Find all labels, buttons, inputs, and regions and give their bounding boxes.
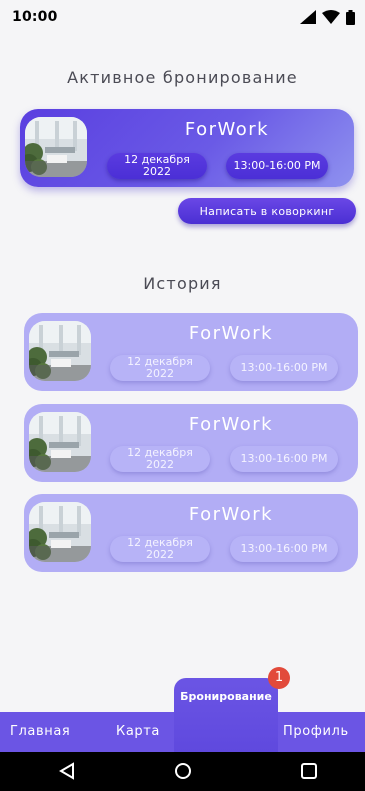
system-navigation-bar <box>0 752 365 791</box>
notification-badge: 1 <box>268 667 290 689</box>
booking-date-chip: 12 декабря 2022 <box>110 536 210 562</box>
nav-item-home[interactable]: Главная <box>10 724 70 739</box>
signal-icon <box>300 10 316 24</box>
nav-item-booking-label: Бронирование <box>180 690 272 703</box>
card-title: ForWork <box>184 119 270 140</box>
history-card[interactable]: ForWork 12 декабря 2022 13:00-16:00 PM <box>24 404 358 482</box>
history-card[interactable]: ForWork 12 декабря 2022 13:00-16:00 PM <box>24 313 358 391</box>
booking-date-chip: 12 декабря 2022 <box>110 355 210 381</box>
booking-date-chip: 12 декабря 2022 <box>107 153 207 179</box>
coworking-photo <box>29 412 91 472</box>
write-to-coworking-button[interactable]: Написать в коворкинг <box>178 198 356 224</box>
coworking-photo <box>29 321 91 381</box>
back-icon[interactable] <box>58 762 76 780</box>
wifi-icon <box>322 10 340 24</box>
booking-date-chip: 12 декабря 2022 <box>110 446 210 472</box>
history-section-title: История <box>143 274 222 293</box>
status-time: 10:00 <box>12 9 58 25</box>
recents-icon[interactable] <box>300 762 318 780</box>
status-bar: 10:00 <box>0 0 365 34</box>
coworking-photo <box>29 502 91 562</box>
nav-item-map[interactable]: Карта <box>116 724 160 739</box>
card-title: ForWork <box>188 504 274 525</box>
history-card[interactable]: ForWork 12 декабря 2022 13:00-16:00 PM <box>24 494 358 572</box>
nav-item-profile[interactable]: Профиль <box>283 724 349 739</box>
status-icons <box>300 9 355 25</box>
battery-icon <box>346 9 355 25</box>
booking-time-chip: 13:00-16:00 PM <box>230 355 338 381</box>
booking-time-chip: 13:00-16:00 PM <box>226 153 328 179</box>
booking-time-chip: 13:00-16:00 PM <box>230 446 338 472</box>
home-icon[interactable] <box>174 762 192 780</box>
coworking-photo <box>25 117 87 177</box>
nav-item-booking[interactable]: Бронирование <box>174 678 278 752</box>
active-section-title: Активное бронирование <box>67 68 298 87</box>
card-title: ForWork <box>188 414 274 435</box>
booking-time-chip: 13:00-16:00 PM <box>230 536 338 562</box>
card-title: ForWork <box>188 323 274 344</box>
active-booking-card[interactable]: ForWork 12 декабря 2022 13:00-16:00 PM <box>20 109 354 187</box>
